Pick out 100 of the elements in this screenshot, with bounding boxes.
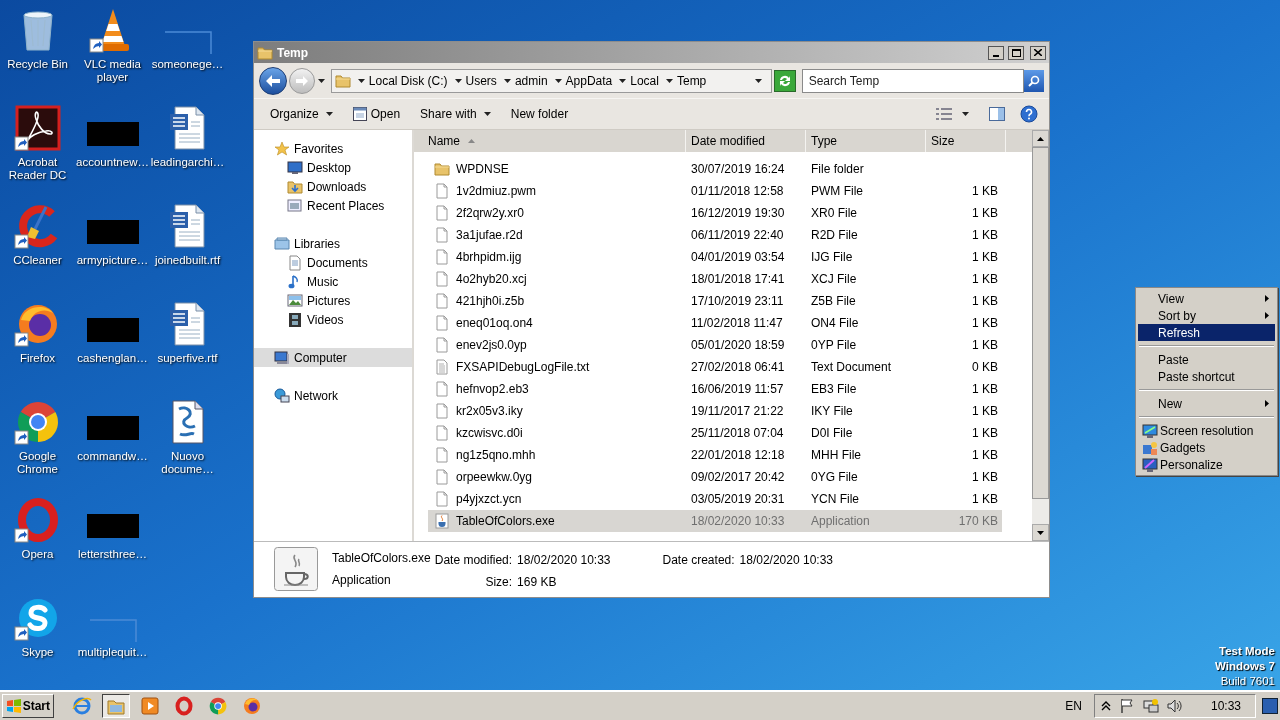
taskbar-button[interactable]	[102, 694, 130, 718]
column-header[interactable]: Name	[414, 130, 686, 152]
nav-item[interactable]: Computer	[254, 348, 412, 367]
caret-icon[interactable]	[554, 78, 562, 83]
desktop-icon-label[interactable]: Acrobat Reader DC	[0, 156, 75, 182]
nav-item[interactable]: Music	[254, 272, 412, 291]
thumbnail-icon[interactable]	[86, 318, 139, 342]
start-button[interactable]: Start	[2, 694, 54, 718]
desktop-icon-label[interactable]: Firefox	[0, 352, 75, 365]
file-row[interactable]: ng1z5qno.mhh 22/01/2018 12:18 MHH File 1 KB	[428, 444, 1002, 466]
file-row[interactable]: kr2x05v3.iky 19/11/2017 21:22 IKY File 1 KB	[428, 400, 1002, 422]
scroll-up-button[interactable]	[1032, 130, 1049, 147]
thumbnail-icon[interactable]	[86, 514, 139, 538]
desktop-icon-label[interactable]: VLC media player	[75, 58, 150, 84]
menu-item[interactable]: Gadgets	[1138, 439, 1275, 456]
close-button[interactable]	[1030, 45, 1046, 60]
caret-icon[interactable]	[619, 78, 627, 83]
minimize-button[interactable]	[988, 45, 1004, 60]
file-row[interactable]: WPDNSE 30/07/2019 16:24 File folder	[428, 158, 1002, 180]
caret-icon[interactable]	[454, 78, 462, 83]
back-button[interactable]	[259, 66, 287, 95]
caret-icon[interactable]	[357, 78, 365, 83]
desktop-icon-label[interactable]: lettersthree…	[75, 548, 150, 561]
language-indicator[interactable]: EN	[1065, 697, 1082, 715]
thumbnail-frame-icon[interactable]	[163, 31, 212, 55]
breadcrumb[interactable]: Local	[630, 71, 659, 90]
toolbar-button[interactable]: Share with	[412, 102, 499, 126]
file-row[interactable]: 2f2qrw2y.xr0 16/12/2019 19:30 XR0 File 1 KB	[428, 202, 1002, 224]
nav-item[interactable]: Desktop	[254, 158, 412, 177]
file-row[interactable]: TableOfColors.exe 18/02/2020 10:33 Application 170 KB	[428, 510, 1002, 532]
maximize-button[interactable]	[1008, 45, 1024, 60]
nav-item[interactable]: Videos	[254, 310, 412, 329]
desktop-icon-label[interactable]: Opera	[0, 548, 75, 561]
column-header[interactable]: Type	[806, 130, 926, 152]
file-row[interactable]: eneq01oq.on4 11/02/2018 11:47 ON4 File 1 KB	[428, 312, 1002, 334]
file-row[interactable]: hefnvop2.eb3 16/06/2019 11:57 EB3 File 1 KB	[428, 378, 1002, 400]
network-icon[interactable]	[1142, 698, 1159, 714]
nav-item[interactable]: Network	[254, 386, 412, 405]
swirl-app-icon[interactable]	[13, 104, 62, 152]
file-row[interactable]: 4brhpidm.ijg 04/01/2019 03:54 IJG File 1 KB	[428, 246, 1002, 268]
desktop-icon-label[interactable]: Google Chrome	[0, 450, 75, 476]
nav-item[interactable]: Recent Places	[254, 196, 412, 215]
desktop-icon-label[interactable]: someonege…	[150, 58, 225, 71]
file-row[interactable]: 421hjh0i.z5b 17/10/2019 23:11 Z5B File 1 KB	[428, 290, 1002, 312]
desktop-icon-label[interactable]: Recycle Bin	[0, 58, 75, 71]
thumbnail-frame-icon[interactable]	[88, 619, 137, 643]
help-button[interactable]	[1017, 102, 1041, 126]
search-button[interactable]	[1024, 69, 1044, 92]
desktop-icon-label[interactable]: Nuovo docume…	[150, 450, 225, 476]
file-row[interactable]: 3a1jufae.r2d 06/11/2019 22:40 R2D File 1 KB	[428, 224, 1002, 246]
file-row[interactable]: p4yjxzct.ycn 03/05/2019 20:31 YCN File 1 KB	[428, 488, 1002, 510]
file-row[interactable]: FXSAPIDebugLogFile.txt 27/02/2018 06:41 Text Document 0 KB	[428, 356, 1002, 378]
breadcrumb[interactable]: AppData	[565, 71, 613, 90]
menu-item[interactable]: Refresh	[1138, 324, 1275, 341]
breadcrumb[interactable]: Local Disk (C:)	[368, 71, 448, 90]
nav-item[interactable]: Documents	[254, 253, 412, 272]
flag-icon[interactable]	[1118, 698, 1135, 714]
breadcrumb[interactable]: Temp	[676, 71, 707, 90]
nav-item[interactable]: Libraries	[254, 234, 412, 253]
column-header[interactable]: Date modified	[686, 130, 806, 152]
speaker-icon[interactable]	[1166, 698, 1183, 714]
thumbnail-icon[interactable]	[86, 416, 139, 440]
desktop-icon-label[interactable]: superfive.rtf	[150, 352, 225, 365]
toolbar-button[interactable]: New folder	[502, 102, 577, 126]
address-bar[interactable]: Local Disk (C:) Users admin AppData Local Temp	[330, 68, 772, 93]
menu-item[interactable]: Screen resolution	[1138, 422, 1275, 439]
menu-item[interactable]: New	[1138, 395, 1275, 412]
menu-item[interactable]: View	[1138, 290, 1275, 307]
desktop-icon-label[interactable]: commandw…	[75, 450, 150, 463]
desktop-icon-label[interactable]: cashenglan…	[75, 352, 150, 365]
desktop-icon-label[interactable]: Skype	[0, 646, 75, 659]
search-field[interactable]: Search Temp	[801, 68, 1024, 93]
breadcrumb[interactable]: admin	[514, 71, 548, 90]
file-row[interactable]: 1v2dmiuz.pwm 01/11/2018 12:58 PWM File 1 KB	[428, 180, 1002, 202]
desktop-icon-label[interactable]: leadingarchi…	[150, 156, 225, 169]
nav-item[interactable]: Pictures	[254, 291, 412, 310]
file-row[interactable]: 4o2hyb20.xcj 18/01/2018 17:41 XCJ File 1 KB	[428, 268, 1002, 290]
menu-item[interactable]: Paste	[1138, 351, 1275, 368]
file-row[interactable]: orpeewkw.0yg 09/02/2017 20:42 0YG File 1 KB	[428, 466, 1002, 488]
menu-item[interactable]: Personalize	[1138, 456, 1275, 473]
refresh-button[interactable]	[773, 69, 796, 92]
desktop-icon-label[interactable]: armypicture…	[75, 254, 150, 267]
thumbnail-icon[interactable]	[86, 122, 139, 146]
chevron-up-icon[interactable]	[1100, 701, 1111, 711]
column-header[interactable]: Size	[926, 130, 1006, 152]
nav-item[interactable]: Favorites	[254, 139, 412, 158]
file-row[interactable]: enev2js0.0yp 05/01/2020 18:59 0YP File 1 KB	[428, 334, 1002, 356]
nav-item[interactable]: Downloads	[254, 177, 412, 196]
thumbnail-icon[interactable]	[86, 220, 139, 244]
toolbar-button[interactable]: Open	[344, 102, 409, 126]
menu-item[interactable]: Sort by	[1138, 307, 1275, 324]
desktop-icon-label[interactable]: CCleaner	[0, 254, 75, 267]
menu-item[interactable]: Paste shortcut	[1138, 368, 1275, 385]
desktop-icon-label[interactable]: multiplequit…	[75, 646, 150, 659]
breadcrumb[interactable]: Users	[465, 71, 497, 90]
clock[interactable]: 10:33	[1210, 697, 1241, 715]
show-desktop-button[interactable]	[1262, 698, 1278, 714]
caret-icon[interactable]	[665, 78, 673, 83]
desktop-icon-label[interactable]: joinedbuilt.rtf	[150, 254, 225, 267]
desktop-icon-label[interactable]: accountnew…	[75, 156, 150, 169]
